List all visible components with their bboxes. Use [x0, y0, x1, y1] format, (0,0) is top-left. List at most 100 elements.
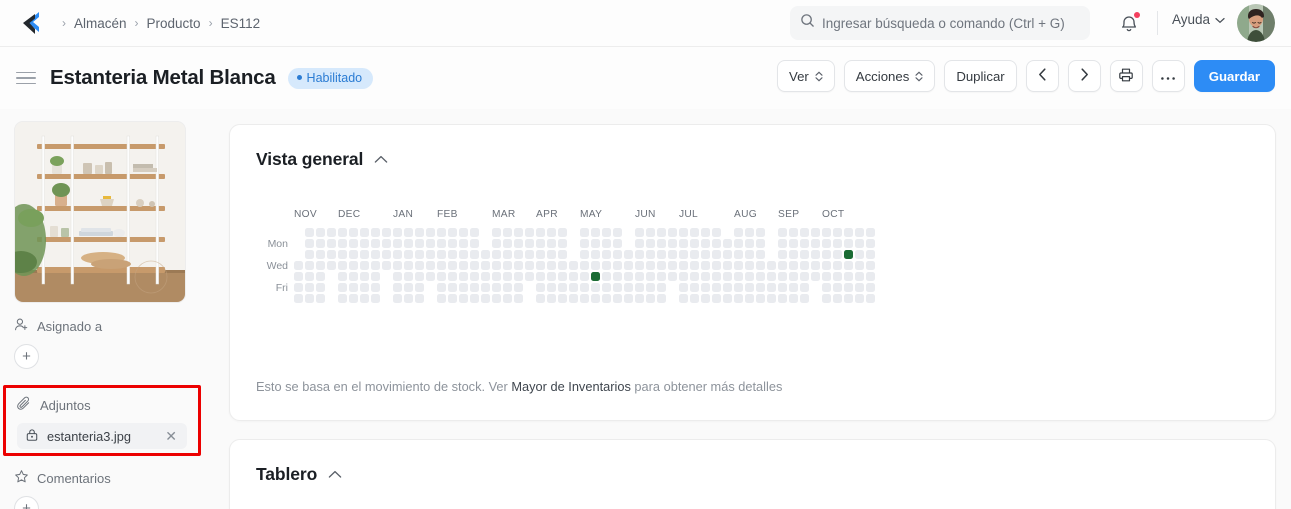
heatmap-cell[interactable] [833, 228, 842, 237]
heatmap-cell[interactable] [635, 239, 644, 248]
heatmap-cell[interactable] [767, 272, 776, 281]
heatmap-cell[interactable] [558, 261, 567, 270]
heatmap-cell[interactable] [855, 272, 864, 281]
heatmap-cell[interactable] [338, 261, 347, 270]
chevron-up-icon[interactable] [374, 155, 388, 164]
heatmap-cell[interactable] [459, 261, 468, 270]
heatmap-cell[interactable] [844, 294, 853, 303]
heatmap-cell[interactable] [580, 250, 589, 259]
heatmap-cell[interactable] [800, 250, 809, 259]
heatmap-cell[interactable] [481, 294, 490, 303]
heatmap-cell[interactable] [778, 261, 787, 270]
heatmap-cell[interactable] [558, 272, 567, 281]
heatmap-cell[interactable] [679, 272, 688, 281]
breadcrumb-item-producto[interactable]: Producto [147, 16, 201, 31]
heatmap-cell[interactable] [514, 239, 523, 248]
heatmap-cell[interactable] [536, 239, 545, 248]
hamburger-icon[interactable] [16, 68, 36, 89]
heatmap-cell[interactable] [734, 272, 743, 281]
heatmap-cell[interactable] [470, 261, 479, 270]
heatmap-cell[interactable] [811, 228, 820, 237]
heatmap-cell[interactable] [514, 261, 523, 270]
heatmap-cell[interactable] [371, 283, 380, 292]
heatmap-cell[interactable] [437, 239, 446, 248]
heatmap-cell[interactable] [602, 250, 611, 259]
heatmap-cell[interactable] [492, 261, 501, 270]
heatmap-cell[interactable] [635, 261, 644, 270]
heatmap-cell[interactable] [371, 228, 380, 237]
heatmap-cell[interactable] [657, 228, 666, 237]
heatmap-cell[interactable] [668, 250, 677, 259]
heatmap-cell[interactable] [536, 228, 545, 237]
heatmap-cell[interactable] [503, 294, 512, 303]
heatmap-cell[interactable] [371, 261, 380, 270]
heatmap-cell[interactable] [701, 250, 710, 259]
heatmap-cell[interactable] [745, 228, 754, 237]
heatmap-cell[interactable] [833, 272, 842, 281]
heatmap-cell[interactable] [426, 272, 435, 281]
heatmap-cell[interactable] [349, 294, 358, 303]
heatmap-cell[interactable] [327, 261, 336, 270]
heatmap-cell[interactable] [800, 283, 809, 292]
heatmap-cell[interactable] [316, 228, 325, 237]
heatmap-cell[interactable] [624, 294, 633, 303]
heatmap-cell[interactable] [415, 272, 424, 281]
heatmap-cell[interactable] [679, 239, 688, 248]
actions-button[interactable]: Acciones [843, 60, 936, 92]
heatmap-cell[interactable] [734, 239, 743, 248]
more-options-button[interactable] [1151, 60, 1185, 92]
heatmap-cell[interactable] [393, 261, 402, 270]
heatmap-cell[interactable] [305, 294, 314, 303]
heatmap-cell[interactable] [558, 283, 567, 292]
heatmap-cell[interactable] [602, 294, 611, 303]
heatmap-cell[interactable] [547, 283, 556, 292]
heatmap-cell[interactable] [404, 228, 413, 237]
heatmap-cell[interactable] [734, 294, 743, 303]
heatmap-cell[interactable] [745, 261, 754, 270]
heatmap-cell[interactable] [371, 294, 380, 303]
heatmap-cell[interactable] [866, 239, 875, 248]
heatmap-cell[interactable] [866, 261, 875, 270]
heatmap-cell[interactable] [404, 239, 413, 248]
heatmap-cell[interactable] [624, 261, 633, 270]
heatmap-cell[interactable] [778, 283, 787, 292]
heatmap-cell[interactable] [734, 250, 743, 259]
heatmap-cell[interactable] [844, 250, 853, 259]
heatmap-cell[interactable] [822, 239, 831, 248]
heatmap-cell[interactable] [745, 272, 754, 281]
heatmap-cell[interactable] [415, 239, 424, 248]
heatmap-cell[interactable] [360, 272, 369, 281]
heatmap-cell[interactable] [613, 294, 622, 303]
heatmap-cell[interactable] [767, 283, 776, 292]
heatmap-cell[interactable] [294, 294, 303, 303]
heatmap-cell[interactable] [822, 294, 831, 303]
heatmap-cell[interactable] [855, 294, 864, 303]
heatmap-cell[interactable] [514, 228, 523, 237]
heatmap-cell[interactable] [756, 239, 765, 248]
heatmap-cell[interactable] [525, 228, 534, 237]
heatmap-cell[interactable] [415, 261, 424, 270]
heatmap-cell[interactable] [316, 250, 325, 259]
heatmap-cell[interactable] [745, 250, 754, 259]
heatmap-cell[interactable] [734, 228, 743, 237]
heatmap-cell[interactable] [382, 239, 391, 248]
heatmap-cell[interactable] [503, 239, 512, 248]
heatmap-cell[interactable] [591, 239, 600, 248]
heatmap-cell[interactable] [756, 272, 765, 281]
heatmap-cell[interactable] [514, 250, 523, 259]
heatmap-cell[interactable] [723, 283, 732, 292]
heatmap-cell[interactable] [591, 294, 600, 303]
heatmap-cell[interactable] [690, 228, 699, 237]
heatmap-cell[interactable] [690, 239, 699, 248]
heatmap-cell[interactable] [767, 294, 776, 303]
heatmap-cell[interactable] [503, 228, 512, 237]
heatmap-cell[interactable] [569, 294, 578, 303]
heatmap-cell[interactable] [492, 283, 501, 292]
heatmap-cell[interactable] [481, 283, 490, 292]
heatmap-cell[interactable] [305, 261, 314, 270]
heatmap-cell[interactable] [866, 294, 875, 303]
heatmap-cell[interactable] [393, 283, 402, 292]
heatmap-cell[interactable] [393, 239, 402, 248]
heatmap-cell[interactable] [657, 294, 666, 303]
heatmap-cell[interactable] [712, 283, 721, 292]
